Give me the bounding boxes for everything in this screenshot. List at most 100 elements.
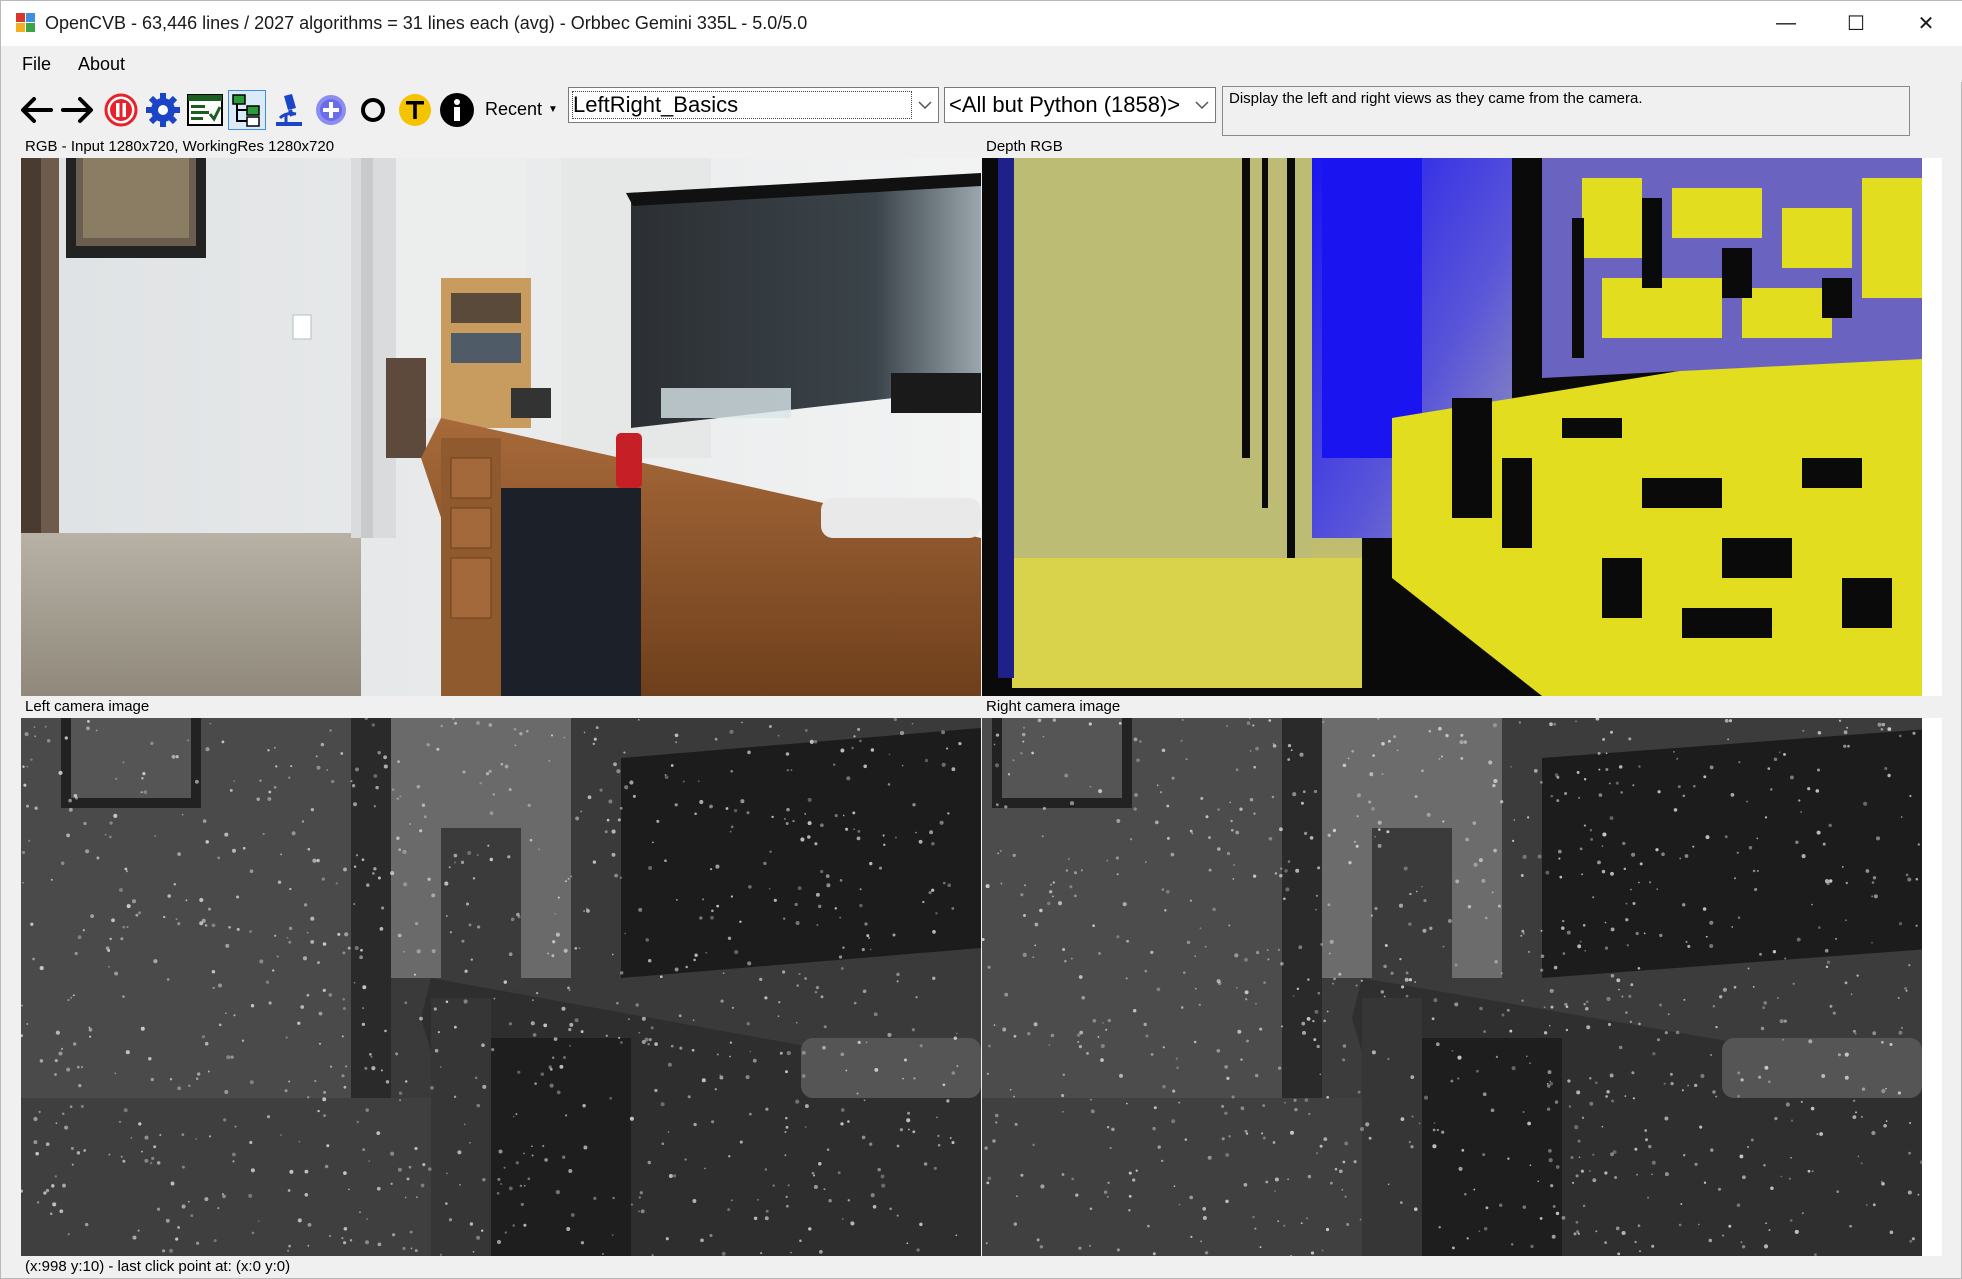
ir-dot [1089,1244,1091,1247]
ir-dot [867,936,871,939]
microscope-button[interactable] [270,90,308,130]
ir-dot [1609,1073,1614,1078]
ir-dot [1887,773,1891,778]
ir-dot [1133,737,1138,742]
ir-dot [476,1235,481,1240]
ir-dot [59,1209,64,1214]
ir-dot [1898,922,1903,926]
ir-dot [109,821,113,825]
ir-dot [1772,950,1777,954]
ir-dot [554,913,557,915]
ir-dot [709,1233,713,1238]
ir-dot [1234,953,1239,958]
ir-dot [469,1141,471,1144]
ir-dot [297,1218,302,1223]
ir-dot [825,874,830,878]
minimize-button[interactable]: — [1751,1,1821,46]
ir-dot [728,1155,731,1158]
ir-dot [1574,1125,1579,1130]
back-button[interactable] [17,90,55,130]
letter-o-button[interactable] [354,90,392,130]
menu-file[interactable]: File [22,54,51,75]
ir-dot [551,954,555,958]
ir-dot [273,785,277,789]
ir-dot [1897,1091,1901,1095]
ir-dot [1719,995,1723,999]
maximize-button[interactable]: ☐ [1821,1,1891,46]
ir-dot [1722,1234,1725,1237]
ir-dot [542,1144,545,1148]
ir-dot [1078,975,1083,979]
chevron-down-icon[interactable] [1189,88,1215,122]
ir-dot [1881,722,1886,727]
rgb-image-view[interactable] [21,158,981,696]
ir-dot [140,791,143,794]
ir-dot [1022,952,1027,957]
ir-dot [1372,754,1375,757]
ir-dot [1338,1169,1343,1174]
left-camera-view[interactable] [21,718,981,1256]
title-bar[interactable]: OpenCVB - 63,446 lines / 2027 algorithms… [1,1,1962,46]
algorithm-select[interactable]: LeftRight_Basics [568,87,939,123]
ir-dot [859,888,862,891]
ir-dot [1651,1244,1655,1248]
ir-dot [381,906,385,910]
ir-dot [51,1184,55,1188]
ir-dot [796,984,799,987]
right-camera-image [982,718,1942,1256]
tree-view-button[interactable] [228,90,266,130]
ir-dot [1315,908,1317,911]
info-button[interactable] [438,90,476,130]
letter-t-button[interactable] [396,90,434,130]
ir-dot [1098,789,1103,794]
ir-dot [820,823,824,828]
ir-dot [1582,1204,1586,1208]
ir-dot [1012,1095,1016,1098]
ir-dot [570,1213,575,1217]
pause-button[interactable] [102,90,140,130]
ir-dot [1860,1162,1863,1165]
ir-dot [729,1041,733,1044]
ir-dot [88,1026,91,1029]
ir-dot [1368,1136,1372,1140]
ir-dot [951,906,955,910]
menu-about[interactable]: About [78,54,125,75]
ir-dot [654,1088,658,1093]
ir-dot [840,1052,845,1057]
ir-dot [409,823,411,825]
forward-button[interactable] [59,90,97,130]
add-button[interactable] [312,90,350,130]
ir-dot [377,750,381,755]
chevron-down-icon[interactable] [912,88,938,122]
ir-dot [225,943,230,948]
ir-dot [1384,944,1388,947]
ir-dot [730,895,734,898]
ir-dot [1594,1081,1598,1085]
settings-button[interactable] [144,90,182,130]
ir-dot [1636,1173,1638,1176]
close-button[interactable]: ✕ [1891,1,1961,46]
right-camera-view[interactable] [982,718,1942,1256]
group-select[interactable]: <All but Python (1858)> [944,87,1216,123]
ir-dot [70,1146,74,1150]
ir-dot [1194,955,1196,957]
recent-dropdown[interactable]: Recent ▼ [485,99,558,120]
ir-dot [1348,861,1352,865]
ir-dot [748,885,752,889]
ir-dot [1871,895,1874,898]
ir-dot [678,1014,682,1018]
ir-dot [476,925,481,929]
ir-dot [1166,804,1170,808]
ir-dot [266,1115,271,1119]
ir-dot [1598,768,1601,771]
ir-dot [1473,1188,1476,1191]
ir-dot [941,762,946,767]
ir-dot [1824,948,1829,953]
ir-dot [1039,1245,1044,1249]
ir-dot [823,1025,827,1029]
ir-dot [1103,1190,1108,1194]
options-button[interactable] [186,90,224,130]
ir-dot [953,1036,958,1040]
ir-dot [496,1239,502,1245]
depth-image-view[interactable] [982,158,1942,696]
